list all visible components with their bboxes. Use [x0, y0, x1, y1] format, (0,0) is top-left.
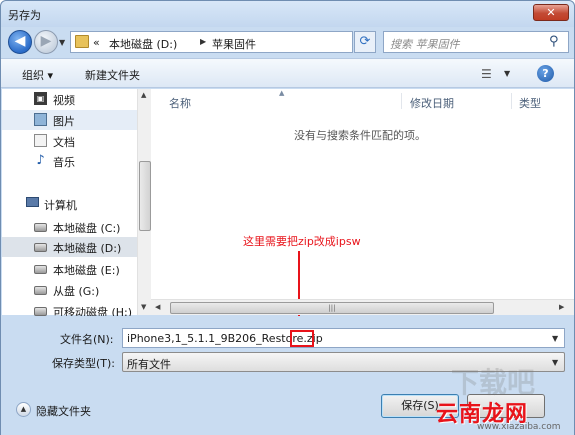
help-icon[interactable]: ?	[537, 65, 554, 82]
search-icon[interactable]: ⚲	[549, 34, 565, 50]
sidebar-item-documents[interactable]: 文档	[2, 131, 137, 151]
sidebar-item-computer[interactable]: 计算机	[2, 194, 137, 214]
breadcrumb-overflow[interactable]: «	[93, 36, 100, 49]
breadcrumb-drive-d[interactable]: 本地磁盘 (D:)	[109, 36, 177, 52]
column-header-name[interactable]: 名称	[169, 95, 191, 111]
pictures-library-icon	[34, 113, 47, 126]
drive-icon	[34, 265, 47, 274]
sidebar-item-drive-e[interactable]: 本地磁盘 (E:)	[2, 259, 137, 279]
sidebar-item-drive-g[interactable]: 从盘 (G:)	[2, 280, 137, 300]
scroll-left-icon[interactable]: ◀	[155, 303, 160, 311]
filename-dropdown-icon[interactable]: ▼	[552, 334, 558, 343]
close-button[interactable]: ✕	[533, 4, 569, 21]
column-header-type[interactable]: 类型	[519, 95, 541, 111]
column-divider[interactable]	[401, 93, 402, 109]
computer-icon	[26, 197, 39, 207]
drive-icon	[34, 243, 47, 252]
sidebar-item-music[interactable]: ♪ 音乐	[2, 151, 137, 171]
watermark-background: 下载吧	[451, 366, 536, 399]
column-divider[interactable]	[511, 93, 512, 109]
hide-folders-label: 隐藏文件夹	[36, 405, 91, 418]
breadcrumb-current-folder[interactable]: 苹果固件	[212, 36, 256, 52]
filename-label: 文件名(N):	[60, 333, 114, 346]
breadcrumb-chevron-icon[interactable]: ▶	[200, 37, 206, 46]
folder-icon	[75, 35, 89, 48]
filename-field[interactable]: iPhone3,1_5.1.1_9B206_Restore.zip ▼	[122, 328, 565, 348]
new-folder-button[interactable]: 新建文件夹	[85, 67, 140, 83]
refresh-button[interactable]: ⟳	[354, 31, 376, 53]
search-placeholder: 搜索 苹果固件	[390, 38, 460, 51]
sidebar-item-videos[interactable]: ▣ 视频	[2, 89, 137, 109]
sidebar-item-label: 音乐	[53, 156, 75, 169]
sidebar-item-drive-d[interactable]: 本地磁盘 (D:)	[2, 237, 137, 257]
sidebar-item-label: 本地磁盘 (D:)	[53, 242, 122, 255]
navigation-pane-scrollbar[interactable]: ▲ ▼	[137, 89, 151, 315]
sidebar-item-drive-c[interactable]: 本地磁盘 (C:)	[2, 217, 137, 237]
sidebar-item-pictures[interactable]: 图片	[2, 110, 137, 130]
address-bar[interactable]: « 本地磁盘 (D:) ▶ 苹果固件 ▼	[70, 31, 413, 53]
organize-menu[interactable]: 组织 ▾	[22, 67, 53, 83]
music-library-icon: ♪	[36, 153, 45, 168]
back-button[interactable]: ◀	[8, 30, 32, 54]
system-drive-icon	[34, 223, 47, 232]
search-input[interactable]: 搜索 苹果固件 ⚲	[383, 31, 569, 53]
filetype-label: 保存类型(T):	[52, 357, 116, 370]
toolbar: 组织 ▾ 新建文件夹 ☰ ▼ ?	[1, 58, 574, 88]
scroll-right-icon[interactable]: ▶	[559, 303, 564, 311]
save-as-dialog: 另存为 ✕ ◀ ▶ ▼ « 本地磁盘 (D:) ▶ 苹果固件 ▼ ⟳ 搜索 苹果…	[0, 0, 575, 435]
red-annotation-text: 这里需要把zip改成ipsw	[243, 235, 361, 248]
sidebar-item-label: 从盘 (G:)	[53, 285, 100, 298]
video-library-icon: ▣	[34, 92, 47, 105]
sidebar-item-label: 图片	[53, 115, 75, 128]
sort-ascending-icon: ▲	[279, 89, 285, 97]
scrollbar-thumb[interactable]: |||	[170, 302, 494, 314]
documents-library-icon	[34, 134, 47, 147]
dialog-title: 另存为	[8, 9, 41, 22]
scroll-up-icon[interactable]: ▲	[141, 91, 146, 99]
view-options-icon[interactable]: ☰	[481, 67, 492, 81]
scroll-down-icon[interactable]: ▼	[141, 303, 146, 311]
file-list: ▲ 名称 修改日期 类型 没有与搜索条件匹配的项。 这里需要把zip改成ipsw	[151, 89, 574, 331]
file-list-horizontal-scrollbar[interactable]: ◀ ||| ▶	[151, 299, 574, 315]
title-bar: 另存为 ✕	[1, 1, 574, 27]
filetype-value: 所有文件	[127, 358, 171, 371]
sidebar-item-label: 计算机	[44, 199, 77, 212]
refresh-icon: ⟳	[359, 34, 371, 49]
sidebar-item-label: 本地磁盘 (E:)	[53, 264, 120, 277]
forward-button[interactable]: ▶	[34, 30, 58, 54]
history-dropdown-icon[interactable]: ▼	[59, 38, 65, 47]
column-header-modified[interactable]: 修改日期	[410, 95, 454, 111]
navigation-pane: ▣ 视频 图片 文档 ♪ 音乐 计算机 本地磁盘 (C:) 本地磁盘 (D:)	[2, 89, 137, 319]
sidebar-item-label: 本地磁盘 (C:)	[53, 222, 121, 235]
sidebar-item-label: 文档	[53, 136, 75, 149]
red-highlight-box	[290, 330, 314, 347]
navigation-bar: ◀ ▶ ▼ « 本地磁盘 (D:) ▶ 苹果固件 ▼ ⟳ 搜索 苹果固件 ⚲	[1, 27, 574, 58]
sidebar-item-label: 视频	[53, 94, 75, 107]
scrollbar-thumb[interactable]	[139, 161, 151, 231]
watermark-url: www.xiazaiba.com	[477, 422, 561, 432]
filetype-dropdown-icon[interactable]: ▼	[552, 358, 558, 367]
empty-results-message: 没有与搜索条件匹配的项。	[294, 129, 426, 142]
drive-icon	[34, 286, 47, 295]
view-dropdown-icon[interactable]: ▼	[504, 69, 510, 78]
removable-drive-icon	[34, 307, 47, 316]
collapse-icon: ▲	[16, 402, 31, 417]
